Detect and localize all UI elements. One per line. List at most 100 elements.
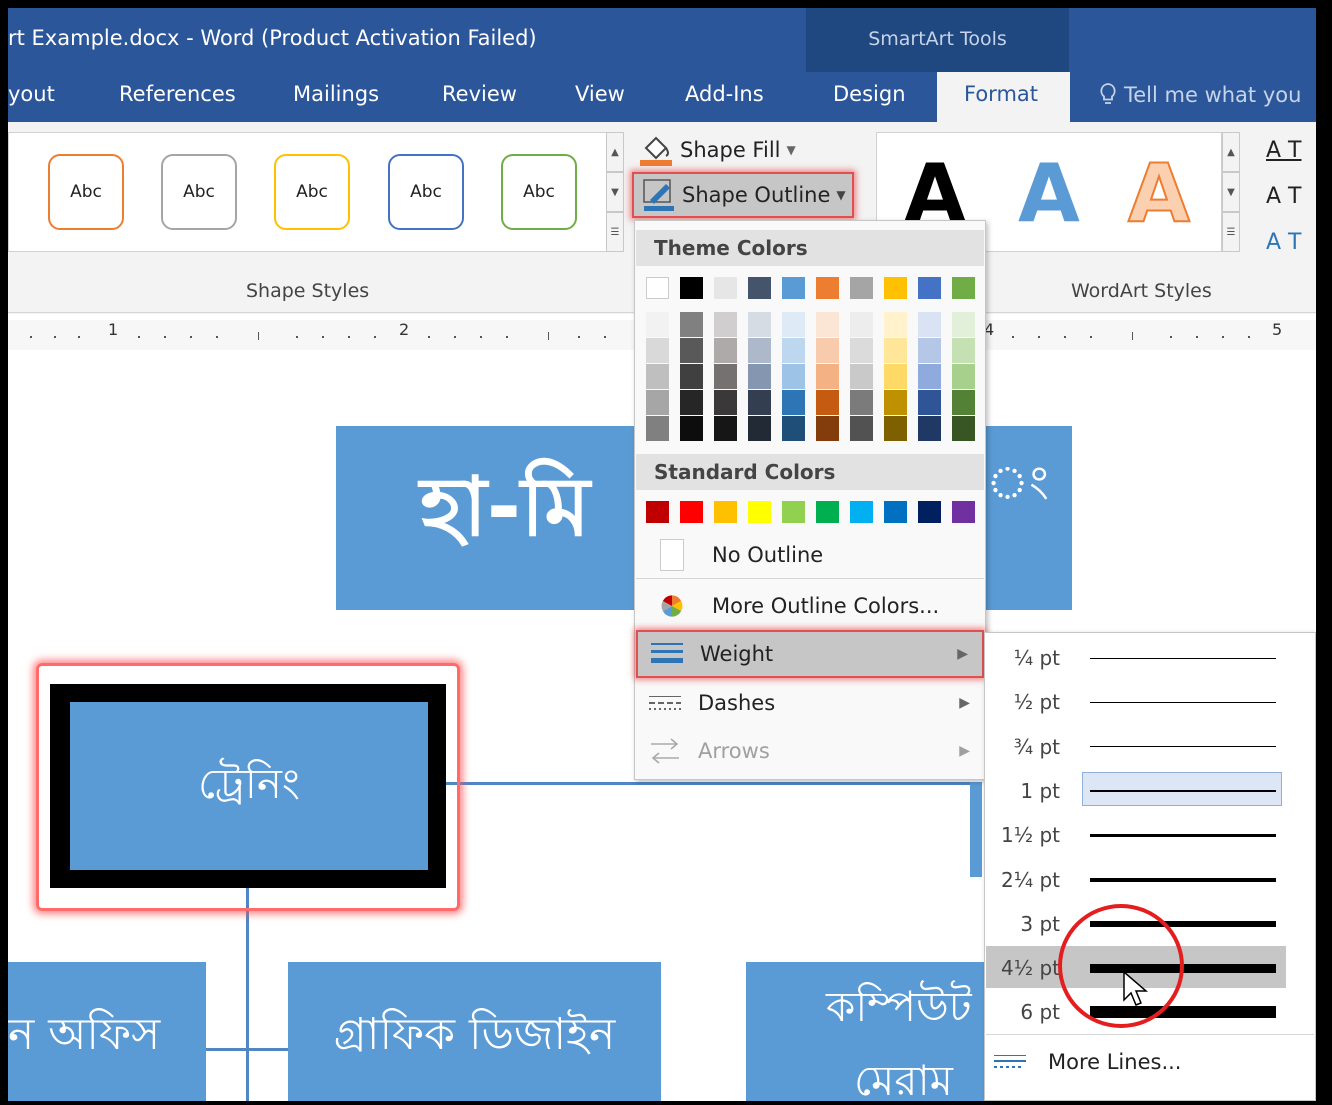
theme-shade-swatch[interactable] [748,364,771,389]
more-outline-colors-item[interactable]: More Outline Colors... [636,583,984,629]
theme-shade-swatch[interactable] [782,416,805,441]
theme-shade-swatch[interactable] [748,312,771,337]
smartart-box-computer[interactable]: কম্পিউট মেরাম [746,962,984,1101]
theme-shade-swatch[interactable] [918,312,941,337]
theme-shade-swatch[interactable] [884,312,907,337]
theme-shade-swatch[interactable] [850,416,873,441]
standard-color-swatch[interactable] [680,501,703,523]
standard-color-swatch[interactable] [884,501,907,523]
theme-shade-swatch[interactable] [748,416,771,441]
standard-color-swatch[interactable] [714,501,737,523]
theme-shade-swatch[interactable] [952,416,975,441]
more-lines-item[interactable]: More Lines... [986,1038,1314,1086]
standard-color-swatch[interactable] [918,501,941,523]
theme-shade-swatch[interactable] [646,390,669,415]
theme-shade-swatch[interactable] [646,364,669,389]
theme-shade-swatch[interactable] [782,364,805,389]
theme-shade-swatch[interactable] [646,338,669,363]
tab-design[interactable]: Design [833,82,906,106]
shape-style-gray[interactable]: Abc [161,154,237,230]
standard-color-swatch[interactable] [816,501,839,523]
tab-layout[interactable]: yout [8,82,55,106]
theme-shade-swatch[interactable] [646,416,669,441]
theme-shade-swatch[interactable] [714,390,737,415]
theme-shade-swatch[interactable] [782,390,805,415]
theme-shade-swatch[interactable] [714,312,737,337]
standard-color-swatch[interactable] [748,501,771,523]
theme-color-swatch[interactable] [748,277,771,299]
training-shape[interactable]: ট্রেনিং [70,702,428,870]
wordart-style-blue[interactable]: A [1018,154,1080,234]
theme-shade-swatch[interactable] [850,312,873,337]
theme-color-swatch[interactable] [714,277,737,299]
theme-color-swatch[interactable] [680,277,703,299]
shape-outline-button[interactable]: Shape Outline ▼ [632,172,854,218]
theme-shade-swatch[interactable] [952,312,975,337]
gallery-more[interactable]: ☰ [606,212,624,252]
tab-add-ins[interactable]: Add-Ins [685,82,764,106]
theme-shade-swatch[interactable] [850,338,873,363]
theme-shade-swatch[interactable] [952,338,975,363]
theme-shade-swatch[interactable] [918,390,941,415]
theme-shade-swatch[interactable] [714,416,737,441]
theme-shade-swatch[interactable] [816,338,839,363]
theme-shade-swatch[interactable] [952,364,975,389]
theme-shade-swatch[interactable] [884,338,907,363]
theme-shade-swatch[interactable] [680,364,703,389]
no-outline-item[interactable]: No Outline [636,532,984,578]
theme-color-swatch[interactable] [850,277,873,299]
theme-shade-swatch[interactable] [714,364,737,389]
dashes-item[interactable]: Dashes ▶ [636,680,984,726]
text-fill-button[interactable]: A T [1266,138,1301,163]
theme-color-swatch[interactable] [918,277,941,299]
theme-shade-swatch[interactable] [816,312,839,337]
theme-color-swatch[interactable] [816,277,839,299]
theme-shade-swatch[interactable] [680,312,703,337]
shape-style-green[interactable]: Abc [501,154,577,230]
wordart-style-orange-outline[interactable]: A [1127,153,1191,235]
tab-mailings[interactable]: Mailings [293,82,379,106]
theme-shade-swatch[interactable] [714,338,737,363]
tell-me-search[interactable]: Tell me what you [1098,82,1301,107]
theme-shade-swatch[interactable] [918,338,941,363]
theme-shade-swatch[interactable] [816,416,839,441]
theme-shade-swatch[interactable] [680,390,703,415]
tab-references[interactable]: References [119,82,236,106]
theme-shade-swatch[interactable] [816,364,839,389]
theme-color-swatch[interactable] [952,277,975,299]
weight-option[interactable]: 2¼ pt [986,860,1286,900]
weight-option[interactable]: 1 pt [986,771,1286,811]
standard-color-swatch[interactable] [782,501,805,523]
weight-option[interactable]: ¼ pt [986,638,1286,678]
theme-shade-swatch[interactable] [918,364,941,389]
theme-shade-swatch[interactable] [782,312,805,337]
wordart-scroll-up[interactable]: ▲ [1222,132,1240,172]
theme-shade-swatch[interactable] [918,416,941,441]
gallery-scroll-down[interactable]: ▼ [606,172,624,212]
tab-review[interactable]: Review [442,82,517,106]
theme-color-swatch[interactable] [782,277,805,299]
smartart-box-office[interactable]: ন অফিস [8,962,206,1101]
shape-style-gold[interactable]: Abc [274,154,350,230]
theme-shade-swatch[interactable] [884,390,907,415]
theme-shade-swatch[interactable] [816,390,839,415]
theme-shade-swatch[interactable] [850,390,873,415]
theme-shade-swatch[interactable] [952,390,975,415]
tab-format[interactable]: Format [964,82,1038,106]
shape-style-blue[interactable]: Abc [388,154,464,230]
theme-shade-swatch[interactable] [680,416,703,441]
gallery-scroll-up[interactable]: ▲ [606,132,624,172]
theme-shade-swatch[interactable] [850,364,873,389]
text-outline-button[interactable]: A T [1266,184,1301,209]
weight-option[interactable]: 1½ pt [986,815,1286,855]
weight-option[interactable]: ¾ pt [986,727,1286,767]
shape-fill-button[interactable]: Shape Fill ▼ [638,132,796,168]
standard-color-swatch[interactable] [850,501,873,523]
weight-item[interactable]: Weight ▶ [636,630,984,678]
standard-color-swatch[interactable] [646,501,669,523]
theme-shade-swatch[interactable] [884,364,907,389]
text-effects-button[interactable]: A T [1266,230,1301,255]
theme-shade-swatch[interactable] [782,338,805,363]
theme-color-swatch[interactable] [884,277,907,299]
shape-style-orange[interactable]: Abc [48,154,124,230]
